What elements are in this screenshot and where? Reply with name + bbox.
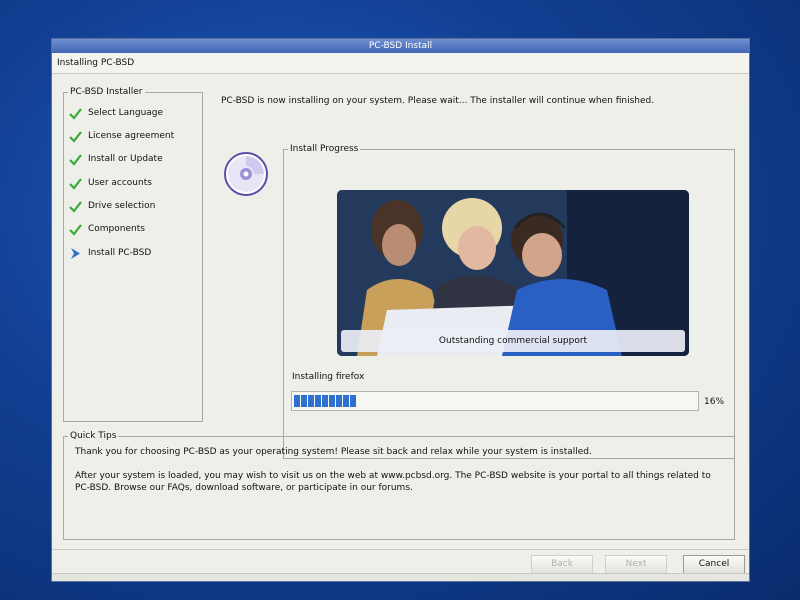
step-install-or-update: Install or Update	[69, 151, 163, 167]
status-message: PC-BSD is now installing on your system.…	[221, 96, 655, 106]
step-components: Components	[69, 221, 145, 237]
tip-line-2: After your system is loaded, you may wis…	[75, 471, 711, 493]
step-label: Install or Update	[88, 154, 163, 164]
check-icon	[69, 153, 82, 166]
step-label: Components	[88, 224, 145, 234]
progress-segment	[315, 395, 321, 407]
check-icon	[69, 107, 82, 120]
check-icon	[69, 223, 82, 236]
steps-legend: PC-BSD Installer	[68, 87, 145, 98]
arrow-right-icon	[69, 247, 82, 260]
progress-segment	[308, 395, 314, 407]
page-title: Installing PC-BSD	[57, 58, 135, 68]
installer-window: PC-BSD Install Installing PC-BSD PC-BSD …	[51, 38, 750, 582]
progress-segment	[336, 395, 342, 407]
step-install-pcbsd: Install PC-BSD	[69, 245, 151, 261]
quick-tips-legend: Quick Tips	[68, 431, 119, 442]
progress-segment	[350, 395, 356, 407]
step-drive-selection: Drive selection	[69, 198, 155, 214]
slideshow-image: Outstanding commercial support	[337, 190, 689, 356]
next-button[interactable]: Next	[605, 555, 667, 574]
progress-segment	[301, 395, 307, 407]
window-bottom-strip	[52, 573, 749, 581]
step-user-accounts: User accounts	[69, 175, 152, 191]
check-icon	[69, 177, 82, 190]
step-select-language: Select Language	[69, 105, 163, 121]
step-label: Drive selection	[88, 201, 156, 211]
tip-line-1: Thank you for choosing PC-BSD as your op…	[75, 447, 592, 457]
step-license-agreement: License agreement	[69, 128, 174, 144]
back-button[interactable]: Back	[531, 555, 593, 574]
check-icon	[69, 130, 82, 143]
progress-segment	[343, 395, 349, 407]
footer-divider	[52, 549, 749, 550]
install-progress-bar	[291, 391, 699, 411]
progress-segment	[329, 395, 335, 407]
step-label: License agreement	[88, 131, 175, 141]
cancel-button[interactable]: Cancel	[683, 555, 745, 574]
window-titlebar[interactable]: PC-BSD Install	[52, 39, 749, 53]
slide-caption: Outstanding commercial support	[341, 330, 685, 352]
cd-disc-icon	[223, 151, 269, 197]
progress-percent: 16%	[704, 397, 725, 407]
progress-segment	[294, 395, 300, 407]
check-icon	[69, 200, 82, 213]
install-progress-legend: Install Progress	[288, 144, 361, 155]
window-title: PC-BSD Install	[368, 41, 433, 51]
steps-panel: PC-BSD Installer Select Language License…	[63, 87, 203, 422]
progress-bar-fill	[294, 395, 356, 407]
step-label: Select Language	[88, 108, 164, 118]
step-label: User accounts	[88, 178, 152, 188]
current-task-label: Installing firefox	[292, 372, 365, 382]
page-header: Installing PC-BSD	[52, 53, 749, 74]
progress-segment	[322, 395, 328, 407]
step-label: Install PC-BSD	[88, 248, 152, 258]
